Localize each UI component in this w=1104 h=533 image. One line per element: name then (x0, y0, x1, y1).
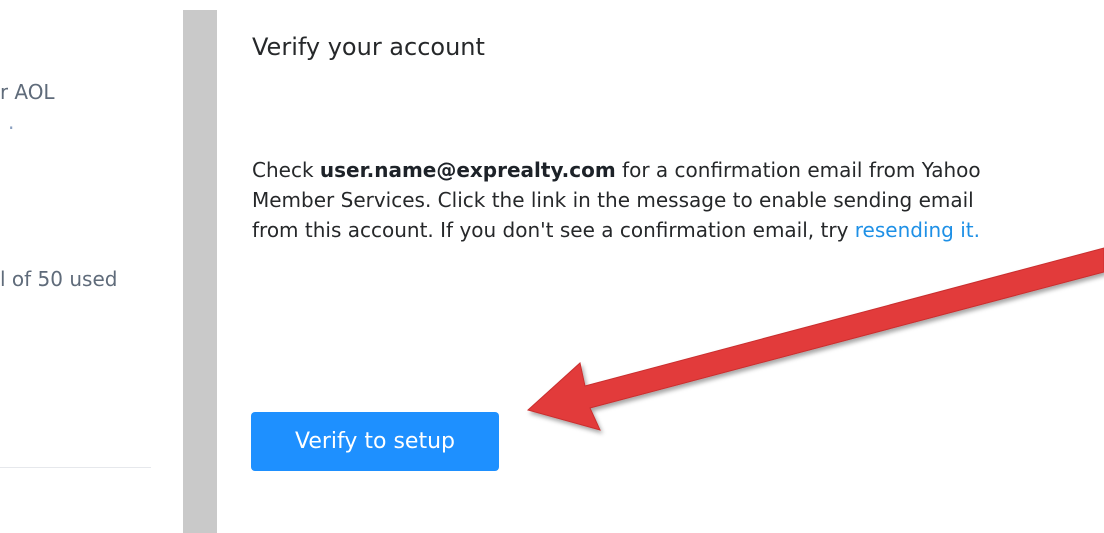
message-prefix: Check (252, 158, 320, 182)
provider-name: AOL (14, 80, 55, 104)
cut-off-dot: . (8, 110, 15, 134)
usage-count: l of 50 used (0, 267, 118, 291)
resend-link[interactable]: resending it. (855, 218, 980, 242)
account-list-panel: r AOL . l of 50 used (0, 0, 183, 533)
account-email: user.name@exprealty.com (319, 158, 616, 182)
dialog-message: Check user.name@exprealty.com for a conf… (252, 155, 1012, 245)
provider-label: r AOL (0, 80, 55, 104)
panel-divider (0, 467, 151, 468)
verify-to-setup-button[interactable]: Verify to setup (251, 412, 499, 471)
panel-separator[interactable] (183, 10, 217, 533)
cut-off-character: r (0, 80, 8, 104)
dialog-title: Verify your account (252, 33, 485, 61)
screenshot-stage: r AOL . l of 50 used Verify your account… (0, 0, 1104, 533)
